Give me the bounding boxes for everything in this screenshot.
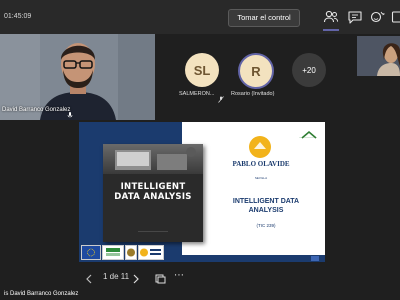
university-logo (249, 136, 271, 158)
slide-footer-bar (182, 255, 325, 262)
book-subtitle-line: ———————————— (138, 230, 168, 233)
self-view-video (357, 36, 400, 76)
andalucia-logo (102, 245, 124, 260)
eu-logo (81, 245, 101, 260)
participant-label-sl: SALMERON... (179, 91, 215, 97)
chevron-left-icon[interactable] (84, 271, 96, 284)
page-indicator: 1 de 11 (103, 272, 130, 281)
shared-slide: INTELLIGENT DATA ANALYSIS ———————————— —… (79, 122, 325, 262)
participants-icon[interactable] (323, 10, 339, 24)
more-options-icon[interactable]: ⋯ (174, 270, 184, 281)
meeting-timer: 01:45:09 (4, 13, 32, 20)
slide-code: (TIC 239) (256, 223, 276, 228)
presenter-label: is David Barranco Gonzalez (4, 291, 79, 297)
university-name: PABLO OLAVIDE (232, 160, 290, 168)
slide-title: INTELLIGENT DATA ANALYSIS (232, 198, 300, 214)
view-icon[interactable] (389, 10, 400, 24)
participant-label-r: Rosario (Invitado) (231, 91, 275, 97)
sync-icon[interactable] (154, 271, 166, 284)
self-view-portrait (357, 36, 400, 76)
take-control-button[interactable]: Tomar el control (228, 9, 300, 27)
top-bar (0, 0, 400, 34)
reactions-icon[interactable] (369, 10, 386, 24)
participant-avatar-sl[interactable]: SL (185, 53, 219, 87)
book-title: INTELLIGENT DATA ANALYSIS (114, 182, 192, 202)
book-cover: INTELLIGENT DATA ANALYSIS ———————————— (103, 144, 203, 242)
junta-logo-text: ——————— (299, 136, 317, 139)
seal-logo (125, 245, 137, 260)
participant-avatar-r[interactable]: R (238, 53, 274, 89)
chevron-right-icon[interactable] (130, 271, 142, 284)
mic-muted-icon (218, 90, 224, 103)
active-tab-indicator (323, 29, 339, 31)
upo-small-logo (138, 245, 164, 260)
mic-icon (66, 106, 74, 118)
book-cover-image (103, 144, 203, 174)
more-participants-button[interactable]: +20 (292, 53, 326, 87)
presenter-name-label: David Barranco Gonzalez (2, 107, 71, 113)
slide-footer-mark (311, 256, 319, 261)
chat-icon[interactable] (347, 10, 363, 24)
university-city: SEVILLA (254, 176, 268, 180)
